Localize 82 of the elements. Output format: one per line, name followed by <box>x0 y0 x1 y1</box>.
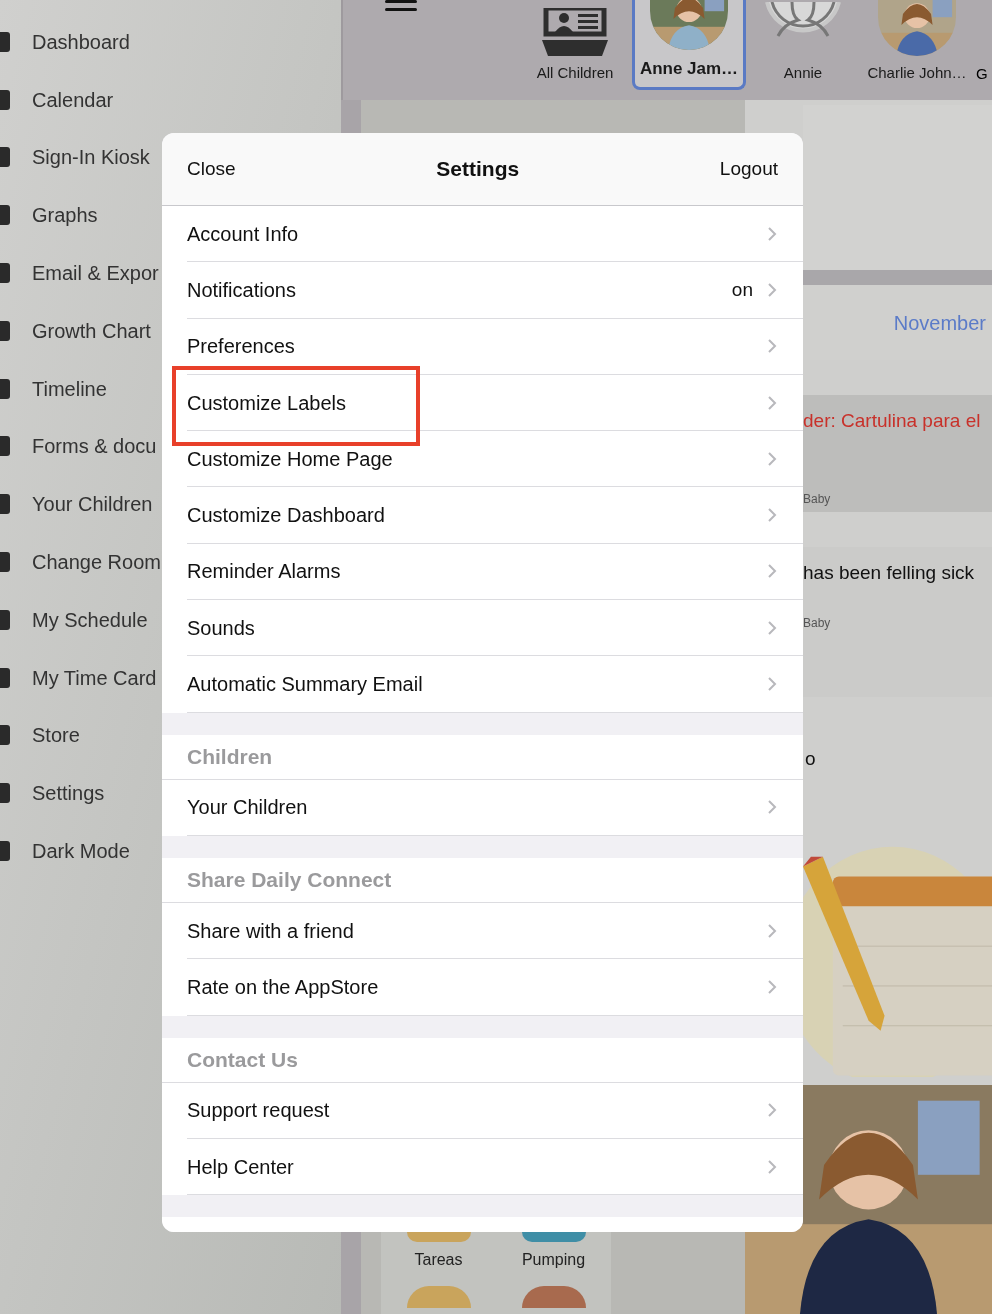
settings-row[interactable]: Preferences <box>187 318 803 375</box>
section-header: Children <box>187 743 273 770</box>
chevron-icon <box>767 978 777 995</box>
menu-item-icon <box>0 31 10 52</box>
settings-row[interactable]: Notifications on <box>187 262 803 319</box>
chevron-icon <box>767 225 777 242</box>
menu-item[interactable]: My Time Card <box>32 662 157 693</box>
activity-icon[interactable] <box>406 1232 471 1242</box>
settings-row[interactable]: Share with a friend <box>187 902 803 960</box>
menu-item-icon <box>0 263 10 284</box>
activity-icon[interactable] <box>521 1286 586 1308</box>
chevron-icon <box>767 619 777 636</box>
menu-item-icon <box>0 494 10 515</box>
menu-item[interactable]: Calendar <box>32 84 114 115</box>
menu-item[interactable]: Growth Chart <box>32 315 151 346</box>
section-header: Contact Us <box>187 1046 298 1073</box>
menu-item[interactable]: Email & Expor <box>32 258 159 289</box>
menu-item-icon <box>0 436 10 457</box>
menu-icon[interactable] <box>385 0 417 14</box>
activity-label: Pumping <box>521 1250 586 1270</box>
chevron-icon <box>767 394 777 411</box>
child-tab[interactable]: Charlie John… <box>860 0 974 90</box>
chevron-icon <box>767 507 777 524</box>
menu-item[interactable]: Store <box>32 720 80 751</box>
menu-item-icon <box>0 320 10 341</box>
activity-icon[interactable] <box>406 1286 471 1308</box>
reminder-text: der: Cartulina para el <box>803 409 982 433</box>
chevron-icon <box>767 563 777 580</box>
month-label: November <box>893 310 986 336</box>
settings-row[interactable]: Customize Dashboard <box>187 487 803 544</box>
menu-item[interactable]: Settings <box>32 778 105 809</box>
menu-item-icon <box>0 378 10 399</box>
room-label: Baby <box>803 614 832 632</box>
settings-row[interactable]: Account Info <box>187 206 803 263</box>
menu-item[interactable]: Dashboard <box>32 26 130 57</box>
chevron-icon <box>767 799 777 816</box>
menu-item-icon <box>0 147 10 168</box>
menu-item-icon <box>0 552 10 573</box>
room-label: Baby <box>803 490 832 508</box>
menu-item[interactable]: Change Room <box>32 547 161 578</box>
child-tab[interactable]: All Children <box>518 0 632 90</box>
post-text: o <box>805 747 817 771</box>
chevron-icon <box>767 676 777 692</box>
menu-item[interactable]: Forms & docu <box>32 431 157 462</box>
menu-item-icon <box>0 205 10 226</box>
settings-row[interactable]: Reminder Alarms <box>187 543 803 601</box>
menu-item[interactable]: Your Children <box>32 489 153 520</box>
menu-item[interactable]: Dark Mode <box>32 836 130 867</box>
settings-row[interactable]: Support request <box>187 1082 803 1139</box>
logout-button[interactable]: Logout <box>719 154 778 184</box>
menu-item-icon <box>0 609 10 630</box>
child-tab[interactable]: G <box>976 63 988 86</box>
chevron-icon <box>767 338 777 355</box>
menu-item[interactable]: Timeline <box>32 373 107 404</box>
chevron-icon <box>767 281 777 298</box>
settings-row[interactable]: Customize Labels <box>187 374 803 432</box>
settings-row[interactable]: Customize Home Page <box>187 431 803 488</box>
id-card-icon <box>542 7 608 56</box>
menu-item[interactable]: Graphs <box>32 200 98 231</box>
activity-icon[interactable] <box>521 1232 586 1242</box>
settings-row[interactable]: Help Center <box>187 1138 803 1196</box>
chevron-icon <box>767 1158 777 1175</box>
menu-item[interactable]: My Schedule <box>32 604 148 635</box>
menu-item[interactable]: Sign-In Kiosk <box>32 142 150 173</box>
settings-row[interactable]: Rate on the AppStore <box>187 959 803 1016</box>
chevron-icon <box>767 450 777 467</box>
menu-item-icon <box>0 783 10 804</box>
settings-row[interactable]: Automatic Summary Email <box>187 656 803 713</box>
child-tab[interactable]: Annie <box>746 0 860 90</box>
menu-item-icon <box>0 841 10 862</box>
dialog-title: Settings <box>436 156 520 183</box>
close-button[interactable]: Close <box>187 154 236 184</box>
chevron-icon <box>767 922 777 939</box>
menu-item-icon <box>0 725 10 746</box>
menu-item-icon <box>0 667 10 688</box>
note-text: has been felling sick <box>803 561 976 585</box>
section-header: Share Daily Connect <box>187 867 392 894</box>
settings-row[interactable]: Sounds <box>187 600 803 657</box>
menu-item-icon <box>0 89 10 110</box>
child-tab[interactable]: Anne Jam… <box>632 0 746 90</box>
activity-label: Tareas <box>414 1250 463 1270</box>
chevron-icon <box>767 1102 777 1119</box>
